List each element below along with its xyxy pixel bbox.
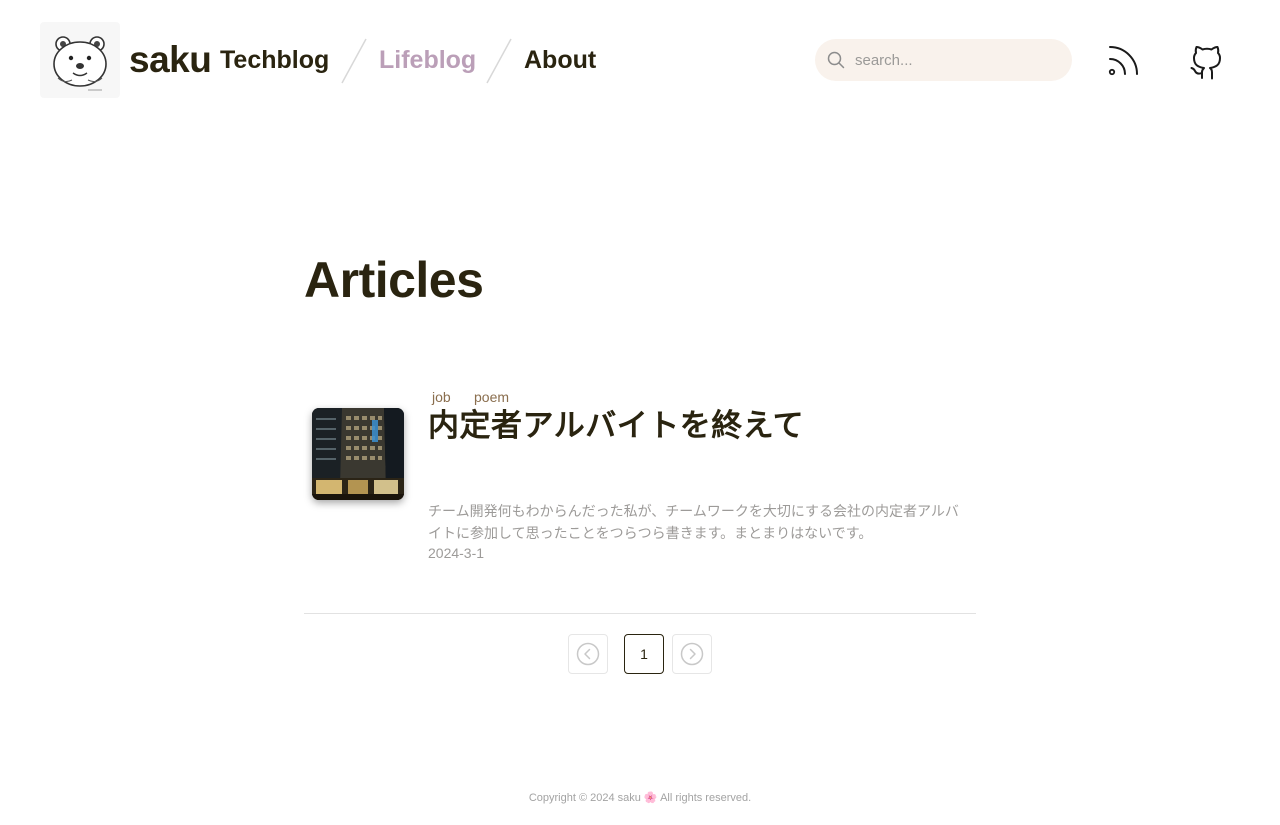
github-icon[interactable] bbox=[1188, 40, 1226, 80]
site-name[interactable]: saku bbox=[129, 38, 212, 82]
article-date: 2024-3-1 bbox=[428, 545, 485, 561]
article-title[interactable]: 内定者アルバイトを終えて bbox=[428, 404, 804, 448]
page-title: Articles bbox=[304, 252, 484, 308]
next-page-button[interactable] bbox=[672, 634, 712, 674]
bear-logo-icon[interactable] bbox=[40, 22, 120, 98]
article-description: チーム開発何もわからんだった私が、チームワークを大切にする会社の内定者アルバイト… bbox=[428, 503, 959, 541]
nav-separator bbox=[341, 38, 367, 84]
article-thumbnail-image bbox=[312, 408, 404, 500]
search-input[interactable] bbox=[855, 39, 1055, 81]
search-icon bbox=[827, 51, 845, 69]
footer-copyright: Copyright © 2024 saku 🌸 All rights reser… bbox=[528, 792, 752, 804]
search-box[interactable] bbox=[815, 39, 1072, 81]
site-header: saku Techblog Lifeblog About bbox=[0, 0, 1280, 120]
nav-about[interactable]: About bbox=[524, 42, 596, 78]
article-thumbnail[interactable] bbox=[312, 408, 404, 500]
article-card: job poem 内定者アルバイトを終えて チーム開発何もわからんだった私が、チ… bbox=[304, 380, 976, 580]
chevron-left-circle-icon bbox=[576, 642, 600, 666]
nav-techblog[interactable]: Techblog bbox=[220, 42, 329, 78]
divider bbox=[304, 613, 976, 614]
nav-separator bbox=[486, 38, 512, 84]
nav-lifeblog[interactable]: Lifeblog bbox=[379, 42, 476, 78]
rss-icon[interactable] bbox=[1106, 42, 1142, 78]
page-number-button[interactable]: 1 bbox=[624, 634, 664, 674]
chevron-right-circle-icon bbox=[680, 642, 704, 666]
prev-page-button[interactable] bbox=[568, 634, 608, 674]
